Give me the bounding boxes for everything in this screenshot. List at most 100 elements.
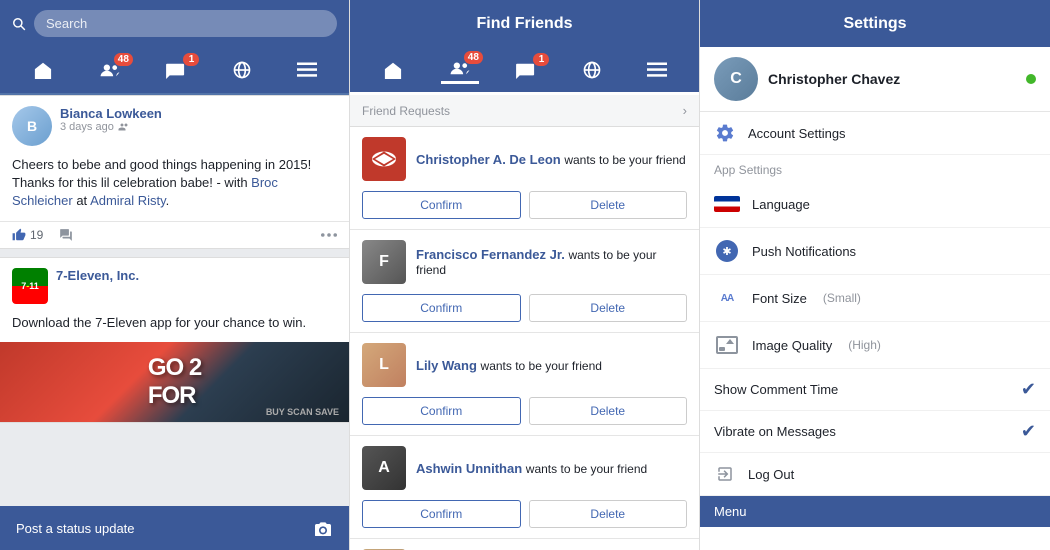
nav-globe[interactable] xyxy=(224,56,260,84)
news-feed: B Bianca Lowkeen 3 days ago Cheers to be… xyxy=(0,95,349,506)
avatar: A xyxy=(362,446,406,490)
online-indicator xyxy=(1026,74,1036,84)
nav-messages[interactable]: 1 xyxy=(157,57,195,83)
mid-nav-globe[interactable] xyxy=(574,56,610,84)
search-bar xyxy=(0,0,349,47)
logout-icon xyxy=(714,463,736,485)
image-quality-label: Image Quality xyxy=(752,338,832,353)
menu-label: Menu xyxy=(714,504,747,519)
nav-friends[interactable]: 48 xyxy=(91,57,129,83)
friends-badge: 48 xyxy=(114,53,133,66)
friend-requests-header[interactable]: Friend Requests › xyxy=(350,95,699,127)
account-settings-label: Account Settings xyxy=(748,126,846,141)
nav-home[interactable] xyxy=(24,57,62,83)
logout-label: Log Out xyxy=(748,467,794,482)
post-item: 7-11 7-Eleven, Inc. Download the 7-Eleve… xyxy=(0,257,349,423)
friend-requests-label: Friend Requests xyxy=(362,104,450,118)
friend-name: Christopher A. De Leon xyxy=(416,152,561,167)
profile-name: Christopher Chavez xyxy=(768,71,900,87)
friend-info: L Lily Wang wants to be your friend xyxy=(350,333,699,393)
friends-list: Christopher A. De Leon wants to be your … xyxy=(350,127,699,550)
image-quality-icon xyxy=(714,332,740,358)
mid-nav-home[interactable] xyxy=(374,57,412,83)
account-settings-item[interactable]: Account Settings xyxy=(700,112,1050,155)
messages-badge: 1 xyxy=(183,53,199,66)
friend-request-item: Christopher A. De Leon wants to be your … xyxy=(350,127,699,230)
post-meta: 7-Eleven, Inc. xyxy=(56,268,139,283)
right-panel: Settings C Christopher Chavez Account Se… xyxy=(700,0,1050,550)
like-button[interactable]: 19 xyxy=(12,228,43,242)
post-link-admiral[interactable]: Admiral Risty xyxy=(90,193,166,208)
confirm-button[interactable]: Confirm xyxy=(362,191,521,219)
right-title-bar: Settings xyxy=(700,0,1050,47)
delete-button[interactable]: Delete xyxy=(529,294,688,322)
show-comment-time-label: Show Comment Time xyxy=(714,382,838,397)
friend-name: Ashwin Unnithan xyxy=(416,461,522,476)
delete-button[interactable]: Delete xyxy=(529,500,688,528)
avatar: F xyxy=(362,240,406,284)
push-notifications-item[interactable]: ✱ Push Notifications xyxy=(700,228,1050,275)
avatar: L xyxy=(362,343,406,387)
friend-details: Christopher A. De Leon wants to be your … xyxy=(416,152,686,167)
font-size-item[interactable]: AA Font Size (Small) xyxy=(700,275,1050,322)
push-notifications-icon: ✱ xyxy=(714,238,740,264)
friend-actions: Confirm Delete xyxy=(350,187,699,229)
status-bar[interactable]: Post a status update xyxy=(0,506,349,550)
confirm-button[interactable]: Confirm xyxy=(362,397,521,425)
friend-actions: Confirm Delete xyxy=(350,393,699,435)
vibrate-messages-label: Vibrate on Messages xyxy=(714,424,836,439)
mid-nav-friends[interactable]: 48 xyxy=(441,55,479,84)
logout-row[interactable]: Log Out xyxy=(700,453,1050,496)
friend-actions: Confirm Delete xyxy=(350,496,699,538)
friend-details: Francisco Fernandez Jr. wants to be your… xyxy=(416,247,687,277)
confirm-button[interactable]: Confirm xyxy=(362,294,521,322)
mid-title-bar: Find Friends xyxy=(350,0,699,47)
post-actions: 19 xyxy=(0,221,349,248)
image-quality-value: (High) xyxy=(848,338,881,352)
confirm-button[interactable]: Confirm xyxy=(362,500,521,528)
push-notifications-label: Push Notifications xyxy=(752,244,856,259)
gear-icon xyxy=(714,122,736,144)
post-body: Download the 7-Eleven app for your chanc… xyxy=(0,310,349,342)
like-count: 19 xyxy=(30,228,43,242)
vibrate-messages-toggle[interactable]: Vibrate on Messages ✔ xyxy=(700,411,1050,453)
friend-info: A Ashwin Unnithan wants to be your frien… xyxy=(350,436,699,496)
camera-icon[interactable] xyxy=(313,520,333,536)
friend-request-item: L Lita Skykite (1 mutual friends) wants … xyxy=(350,539,699,550)
search-input[interactable] xyxy=(34,10,337,37)
comment-button[interactable] xyxy=(59,228,73,242)
friend-request-item: F Francisco Fernandez Jr. wants to be yo… xyxy=(350,230,699,333)
mid-nav-bar: 48 1 xyxy=(350,47,699,95)
friend-details: Lily Wang wants to be your friend xyxy=(416,358,602,373)
mid-nav-messages[interactable]: 1 xyxy=(507,57,545,83)
avatar: B xyxy=(12,106,52,146)
language-icon xyxy=(714,191,740,217)
mid-panel: Find Friends 48 1 Friend Requests › xyxy=(350,0,700,550)
avatar: 7-11 xyxy=(12,268,48,304)
friend-details: Ashwin Unnithan wants to be your friend xyxy=(416,461,647,476)
arrow-icon: › xyxy=(683,103,687,118)
mid-nav-menu[interactable] xyxy=(639,57,675,83)
post-item: B Bianca Lowkeen 3 days ago Cheers to be… xyxy=(0,95,349,249)
post-author: Bianca Lowkeen xyxy=(60,106,162,121)
friend-name: Lily Wang xyxy=(416,358,477,373)
profile-info: C Christopher Chavez xyxy=(714,57,900,101)
nav-menu[interactable] xyxy=(289,57,325,83)
font-size-icon: AA xyxy=(714,285,740,311)
vibrate-messages-check: ✔ xyxy=(1021,421,1036,442)
image-quality-item[interactable]: Image Quality (High) xyxy=(700,322,1050,369)
left-nav-bar: 48 1 xyxy=(0,47,349,95)
post-header: B Bianca Lowkeen 3 days ago xyxy=(0,96,349,152)
profile-row[interactable]: C Christopher Chavez xyxy=(700,47,1050,112)
post-meta: Bianca Lowkeen 3 days ago xyxy=(60,106,162,133)
language-item[interactable]: Language xyxy=(700,181,1050,228)
delete-button[interactable]: Delete xyxy=(529,191,688,219)
show-comment-time-toggle[interactable]: Show Comment Time ✔ xyxy=(700,369,1050,411)
delete-button[interactable]: Delete xyxy=(529,397,688,425)
language-label: Language xyxy=(752,197,810,212)
more-button[interactable] xyxy=(321,233,337,237)
post-image: GO 2FOR BUY SCAN SAVE xyxy=(0,342,349,422)
mid-friends-badge: 48 xyxy=(464,51,483,64)
search-icon xyxy=(12,17,26,31)
friend-request-item: L Lily Wang wants to be your friend Conf… xyxy=(350,333,699,436)
